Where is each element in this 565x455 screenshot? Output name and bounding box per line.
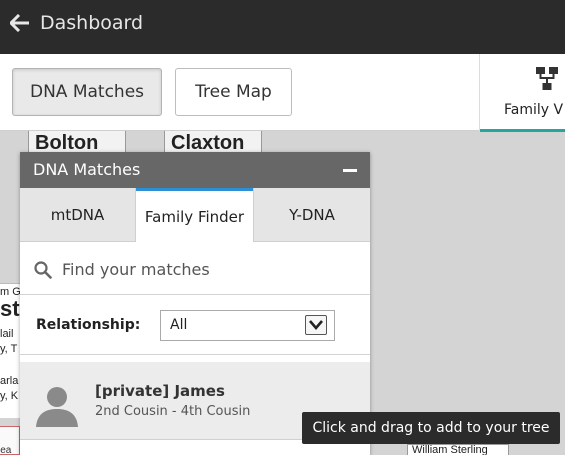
relationship-label: Relationship:	[36, 317, 141, 333]
tab-y-dna[interactable]: Y-DNA	[253, 188, 370, 242]
active-tab-indicator	[480, 129, 565, 132]
family-view-tab[interactable]: Family V	[479, 54, 565, 132]
dropdown-button[interactable]	[305, 315, 327, 335]
family-tree-icon	[536, 67, 558, 90]
relationship-select[interactable]: All	[160, 310, 335, 341]
search-icon	[34, 261, 52, 279]
search-bar	[20, 242, 370, 295]
minimize-icon[interactable]	[343, 169, 357, 172]
dna-matches-panel: DNA Matches mtDNA Family Finder Y-DNA Re…	[20, 152, 370, 455]
panel-title: DNA Matches	[33, 160, 141, 179]
back-arrow-icon	[10, 14, 29, 32]
tree-map-button[interactable]: Tree Map	[175, 68, 292, 116]
dna-tabs: mtDNA Family Finder Y-DNA	[20, 188, 370, 243]
tab-mtdna[interactable]: mtDNA	[20, 188, 136, 242]
toolbar: DNA Matches Tree Map Family V	[0, 54, 565, 132]
dna-matches-button[interactable]: DNA Matches	[12, 68, 162, 116]
avatar-silhouette-icon	[36, 387, 78, 427]
panel-header[interactable]: DNA Matches	[20, 152, 370, 188]
card-text: ste	[0, 296, 22, 321]
card-text: lea	[0, 445, 12, 455]
chevron-down-icon	[309, 320, 323, 330]
match-name: [private] James	[95, 382, 225, 400]
card-text: arla	[0, 375, 19, 387]
card-text: y, K	[0, 390, 19, 402]
card-text: y, T	[0, 343, 18, 355]
relationship-selected-value: All	[170, 317, 188, 333]
tree-person-card[interactable]: lea	[0, 426, 20, 455]
tree-node-william-sterling[interactable]: William Sterling	[407, 444, 509, 455]
top-bar: Dashboard	[0, 0, 565, 54]
back-to-dashboard-link[interactable]: Dashboard	[10, 10, 143, 36]
family-view-label: Family V	[504, 102, 564, 118]
tree-person-card[interactable]: m G ste lail y, T arla y, K	[0, 283, 22, 418]
tab-family-finder[interactable]: Family Finder	[136, 188, 253, 243]
drag-tooltip: Click and drag to add to your tree	[302, 412, 560, 444]
match-relationship: 2nd Cousin - 4th Cousin	[95, 404, 251, 419]
relationship-filter: Relationship: All	[20, 295, 370, 355]
back-label: Dashboard	[40, 12, 144, 34]
search-input[interactable]	[62, 254, 352, 284]
card-text: lail	[0, 328, 14, 340]
